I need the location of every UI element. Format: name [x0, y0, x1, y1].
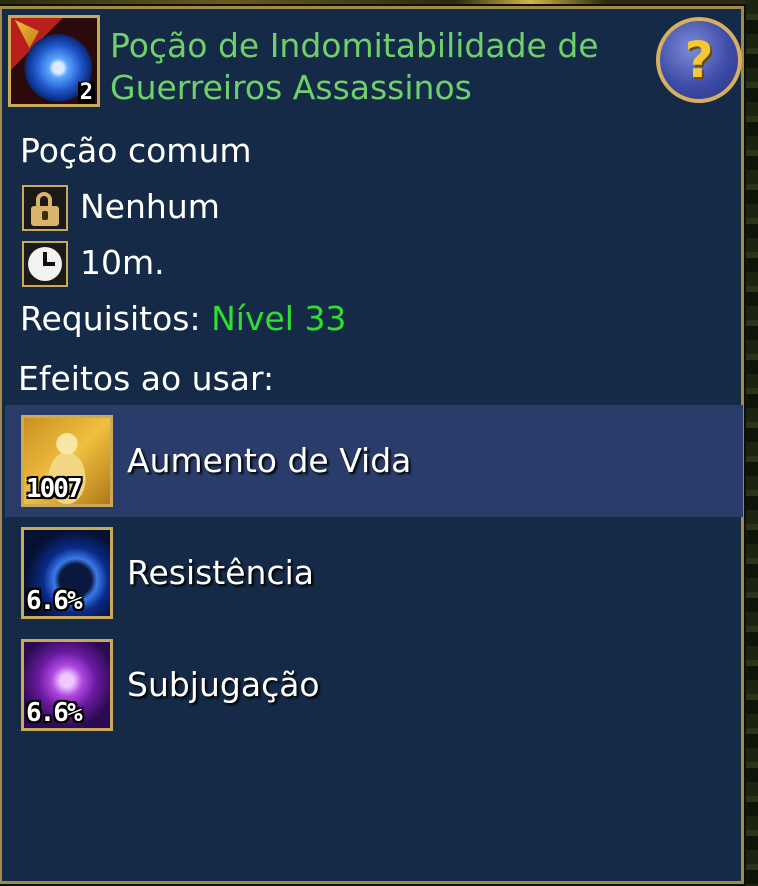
effect-value: 6.6% [26, 586, 83, 616]
game-background-right [746, 0, 758, 886]
effect-label: Resistência [127, 553, 314, 592]
help-button[interactable]: ? [656, 17, 742, 103]
effect-label: Subjugação [127, 665, 320, 704]
effects-heading: Efeitos ao usar: [18, 359, 275, 398]
requirements: Requisitos: Nível 33 [20, 299, 346, 338]
requirements-label: Requisitos: [20, 299, 201, 338]
effect-value: 1007 [26, 474, 83, 504]
duration-value: 10m. [80, 243, 165, 282]
resistance-icon: 6.6% [21, 527, 113, 619]
game-background-top [0, 0, 758, 4]
requirements-value: Nível 33 [211, 299, 347, 338]
lock-icon [22, 185, 68, 231]
question-mark-icon: ? [684, 31, 714, 89]
item-count-badge: 2 [77, 80, 95, 105]
life-boost-icon: 1007 [21, 415, 113, 507]
subjugation-icon: 6.6% [21, 639, 113, 731]
effect-value: 6.6% [26, 698, 83, 728]
item-tooltip-panel: 2 Poção de Indomitabilidade de Guerreiro… [0, 6, 744, 884]
binding-value: Nenhum [80, 187, 220, 226]
item-type: Poção comum [20, 131, 252, 170]
effect-label: Aumento de Vida [127, 441, 412, 480]
clock-icon [22, 241, 68, 287]
potion-cap [15, 20, 39, 48]
effect-row-resistance[interactable]: 6.6% Resistência [5, 517, 743, 629]
item-title: Poção de Indomitabilidade de Guerreiros … [110, 26, 599, 107]
effect-row-life-boost[interactable]: 1007 Aumento de Vida [5, 405, 743, 517]
effect-row-subjugation[interactable]: 6.6% Subjugação [5, 629, 743, 741]
potion-icon: 2 [8, 15, 100, 107]
